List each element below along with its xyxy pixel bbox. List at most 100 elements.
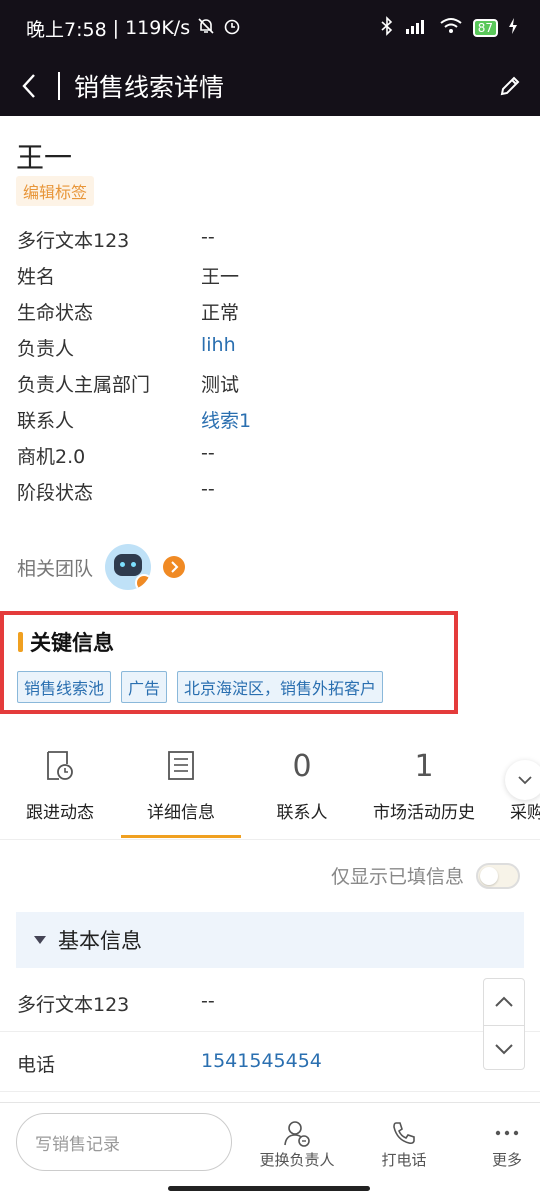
- chevron-down-icon: [495, 1043, 513, 1054]
- chevron-left-icon: [22, 74, 35, 98]
- tabs-expand-button[interactable]: [505, 760, 540, 800]
- scroll-down-button[interactable]: [484, 1025, 524, 1071]
- field-value: 王一: [201, 266, 240, 288]
- call-button[interactable]: 打电话: [372, 1117, 436, 1170]
- field-value: 测试: [201, 374, 240, 396]
- field-label: 负责人主属部门: [17, 374, 151, 396]
- field-row: 生命状态 正常: [0, 298, 540, 334]
- tab-count: 0: [292, 748, 312, 784]
- pencil-icon: [500, 76, 520, 96]
- tab-label: 市场活动历史: [373, 803, 475, 823]
- alarm-icon: [222, 16, 242, 41]
- tab-count: 1: [414, 748, 434, 784]
- filled-only-toggle[interactable]: [476, 862, 520, 889]
- back-button[interactable]: [0, 56, 58, 116]
- detail-tabs: 跟进动态 详细信息 0 联系人 1 市场活动历史 采购: [0, 740, 540, 840]
- field-value: --: [201, 990, 215, 1012]
- edit-button[interactable]: [480, 56, 540, 116]
- wifi-icon: [439, 17, 463, 40]
- more-dots-icon: [484, 1117, 530, 1149]
- key-info-section: 关键信息 销售线索池 广告 北京海淀区，销售外拓客户: [0, 611, 458, 714]
- tab-details[interactable]: 详细信息: [121, 740, 241, 840]
- change-owner-label: 更换负责人: [259, 1151, 335, 1169]
- avatar[interactable]: [105, 544, 152, 590]
- field-label: 多行文本123: [17, 994, 130, 1016]
- bluetooth-icon: [379, 15, 395, 41]
- contact-link[interactable]: 线索1: [201, 406, 251, 433]
- field-label: 阶段状态: [17, 482, 94, 504]
- field-row: 负责人主属部门 测试: [0, 370, 540, 406]
- status-divider: |: [112, 17, 120, 39]
- detail-row: 多行文本123 --: [0, 974, 540, 1032]
- clock-doc-icon: [0, 740, 120, 792]
- active-tab-indicator: [121, 835, 241, 838]
- field-label: 商机2.0: [17, 446, 86, 468]
- field-value: --: [201, 442, 215, 464]
- filled-only-filter: 仅显示已填信息: [331, 862, 520, 889]
- field-row: 商机2.0 --: [0, 442, 540, 478]
- section-accent-bar: [18, 632, 23, 652]
- chip: 销售线索池: [17, 671, 112, 703]
- section-title: 基本信息: [58, 929, 142, 953]
- scroll-up-button[interactable]: [484, 979, 524, 1025]
- status-time: 晚上7:58: [26, 18, 107, 41]
- field-row: 联系人 线索1: [0, 406, 540, 442]
- crown-badge-icon: [135, 574, 152, 590]
- field-row: 多行文本123 --: [0, 226, 540, 262]
- mute-bell-icon: [196, 16, 216, 41]
- battery-icon: 87: [472, 19, 498, 37]
- tab-label: 跟进动态: [26, 803, 94, 823]
- change-owner-button[interactable]: 更换负责人: [256, 1117, 338, 1170]
- tab-follow-up[interactable]: 跟进动态: [0, 740, 120, 840]
- edit-tags-button[interactable]: 编辑标签: [16, 176, 95, 206]
- collapse-triangle-icon: [34, 936, 46, 944]
- signal-icon: [405, 17, 429, 40]
- charging-icon: [508, 17, 518, 40]
- chevron-up-icon: [495, 996, 513, 1007]
- nav-bar: 销售线索详情: [0, 56, 540, 116]
- more-label: 更多: [491, 1151, 522, 1169]
- field-label: 电话: [17, 1054, 56, 1076]
- record-name: 王一: [16, 141, 73, 174]
- chip: 广告: [121, 671, 168, 703]
- field-label: 联系人: [17, 410, 75, 432]
- user-swap-icon: [256, 1117, 338, 1149]
- chevron-right-icon[interactable]: [163, 556, 186, 578]
- tab-label: 详细信息: [147, 803, 215, 823]
- phone-link[interactable]: 1541545454: [201, 1050, 322, 1072]
- robot-eye: [120, 562, 126, 567]
- page-title: 销售线索详情: [74, 73, 225, 102]
- owner-link[interactable]: lihh: [201, 334, 236, 356]
- key-info-title: 关键信息: [30, 631, 114, 655]
- field-row: 阶段状态 --: [0, 478, 540, 514]
- field-row: 负责人 lihh: [0, 334, 540, 370]
- more-button[interactable]: 更多: [484, 1117, 530, 1170]
- detail-row: 电话 1541545454: [0, 1034, 540, 1092]
- tab-label: 采购: [510, 803, 540, 823]
- filter-label: 仅显示已填信息: [330, 866, 464, 888]
- field-label: 生命状态: [17, 302, 94, 324]
- tab-contacts[interactable]: 0 联系人: [242, 740, 362, 840]
- home-indicator[interactable]: [168, 1186, 370, 1191]
- chevron-down-icon: [518, 776, 532, 785]
- status-bar: 晚上7:58 | 119K/s 87: [0, 0, 540, 56]
- sales-record-input[interactable]: 写销售记录: [16, 1113, 232, 1171]
- phone-icon: [372, 1117, 436, 1149]
- field-label: 负责人: [17, 338, 75, 360]
- field-value: 正常: [201, 302, 240, 324]
- list-doc-icon: [121, 740, 241, 792]
- chip: 北京海淀区，销售外拓客户: [177, 671, 384, 703]
- field-value: --: [201, 226, 215, 248]
- field-row: 姓名 王一: [0, 262, 540, 298]
- tab-campaign-history[interactable]: 1 市场活动历史: [364, 740, 484, 840]
- basic-info-header[interactable]: 基本信息: [16, 912, 524, 968]
- tab-label: 联系人: [276, 803, 328, 823]
- key-info-chips: 销售线索池 广告 北京海淀区，销售外拓客户: [17, 671, 384, 703]
- title-divider: [58, 72, 60, 100]
- field-label: 姓名: [17, 266, 56, 288]
- related-team-label: 相关团队: [17, 557, 94, 580]
- field-label: 多行文本123: [17, 230, 130, 252]
- call-label: 打电话: [381, 1151, 427, 1169]
- related-team[interactable]: 相关团队: [17, 544, 186, 590]
- robot-eye: [131, 562, 137, 567]
